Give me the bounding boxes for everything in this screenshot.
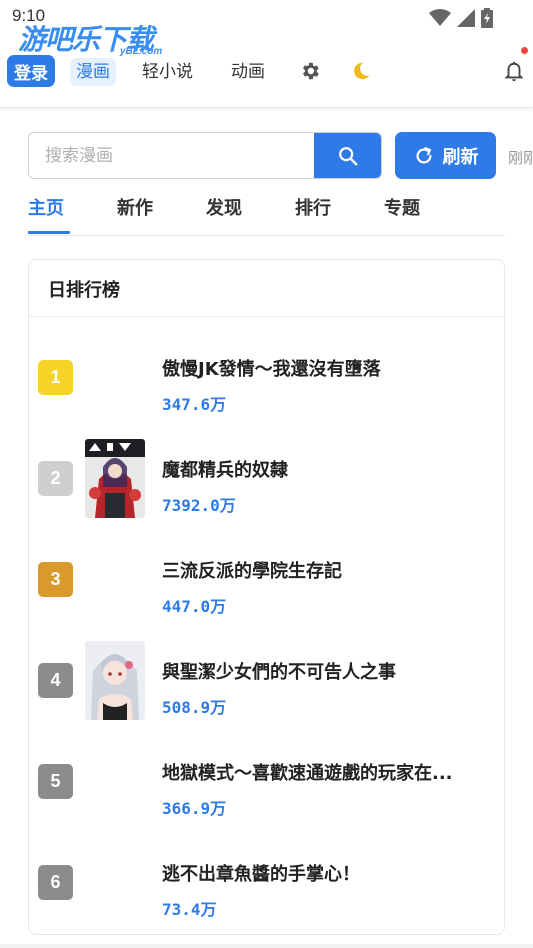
daily-ranking-card: 日排行榜 1 傲慢JK發情～我還沒有墮落 347.6万 2 魔都精兵的奴隸 73… bbox=[28, 259, 505, 935]
rank-badge: 2 bbox=[38, 461, 73, 496]
cover-image bbox=[85, 439, 145, 518]
tab-topics[interactable]: 专题 bbox=[384, 194, 420, 226]
tab-new[interactable]: 新作 bbox=[117, 194, 153, 226]
cover-image bbox=[85, 641, 145, 720]
tab-home[interactable]: 主页 bbox=[28, 194, 64, 226]
item-title: 傲慢JK發情～我還沒有墮落 bbox=[162, 359, 381, 380]
ranking-item[interactable]: 5 地獄模式～喜歡速通遊戲的玩家在... 366.9万 bbox=[29, 726, 504, 826]
refresh-label: 刷新 bbox=[442, 146, 479, 168]
ranking-item[interactable]: 2 魔都精兵的奴隸 7392.0万 bbox=[29, 423, 504, 523]
ranking-item[interactable]: 3 三流反派的學院生存記 447.0万 bbox=[29, 524, 504, 624]
item-views: 447.0万 bbox=[162, 597, 227, 616]
wifi-icon bbox=[429, 9, 451, 26]
search-button[interactable] bbox=[314, 133, 381, 178]
signal-icon bbox=[457, 9, 475, 27]
active-tab-indicator bbox=[28, 231, 70, 234]
rank-badge: 4 bbox=[38, 663, 73, 698]
bottom-edge bbox=[0, 944, 533, 948]
refresh-icon bbox=[415, 146, 432, 163]
refresh-button[interactable]: 刷新 bbox=[395, 132, 496, 179]
nav-light-novels[interactable]: 轻小说 bbox=[142, 58, 193, 86]
item-title: 逃不出章魚醬的手掌心！ bbox=[162, 864, 360, 885]
item-title: 魔都精兵的奴隸 bbox=[162, 460, 288, 481]
nav-comics[interactable]: 漫画 bbox=[70, 58, 116, 86]
rank-badge: 5 bbox=[38, 764, 73, 799]
tab-ranking[interactable]: 排行 bbox=[295, 194, 331, 226]
item-views: 366.9万 bbox=[162, 799, 227, 818]
refresh-time: 刚刚 bbox=[508, 149, 533, 167]
rank-badge: 3 bbox=[38, 562, 73, 597]
watermark-subtext: yBL.com bbox=[120, 46, 163, 57]
rank-badge: 1 bbox=[38, 360, 73, 395]
login-button[interactable]: 登录 bbox=[7, 55, 55, 87]
tab-discover[interactable]: 发现 bbox=[206, 194, 242, 226]
moon-icon[interactable] bbox=[349, 59, 373, 83]
battery-icon bbox=[481, 8, 493, 28]
item-views: 347.6万 bbox=[162, 395, 227, 414]
bell-icon[interactable] bbox=[502, 59, 526, 83]
gear-icon[interactable] bbox=[298, 59, 322, 83]
notification-dot bbox=[521, 47, 528, 54]
nav-anime[interactable]: 动画 bbox=[231, 58, 265, 86]
status-icons bbox=[429, 8, 493, 28]
item-views: 508.9万 bbox=[162, 698, 227, 717]
item-title: 與聖潔少女們的不可告人之事 bbox=[162, 662, 396, 683]
item-title: 地獄模式～喜歡速通遊戲的玩家在... bbox=[162, 763, 453, 784]
card-title: 日排行榜 bbox=[48, 280, 120, 301]
watermark-logo: 游吧乐下载 yBL.com bbox=[18, 18, 162, 58]
search-icon bbox=[338, 146, 357, 165]
search-bar bbox=[28, 132, 382, 179]
ranking-item[interactable]: 6 逃不出章魚醬的手掌心！ 73.4万 bbox=[29, 827, 504, 927]
item-title: 三流反派的學院生存記 bbox=[162, 561, 342, 582]
ranking-item[interactable]: 1 傲慢JK發情～我還沒有墮落 347.6万 bbox=[29, 322, 504, 422]
item-views: 73.4万 bbox=[162, 900, 217, 919]
rank-badge: 6 bbox=[38, 865, 73, 900]
ranking-item[interactable]: 4 與聖潔少女們的不可告人之事 508.9万 bbox=[29, 625, 504, 725]
search-input[interactable] bbox=[29, 133, 315, 178]
home-tabs: 主页 新作 发现 排行 专题 bbox=[28, 192, 505, 236]
item-views: 7392.0万 bbox=[162, 496, 236, 515]
card-header: 日排行榜 bbox=[29, 260, 504, 317]
